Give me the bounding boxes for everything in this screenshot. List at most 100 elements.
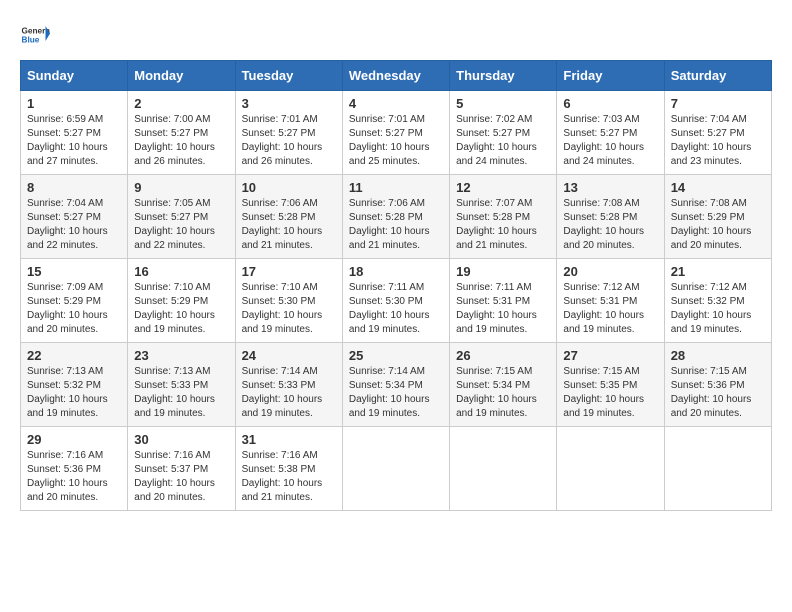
day-info: Sunrise: 7:13 AMSunset: 5:33 PMDaylight:…: [134, 365, 228, 421]
day-info: Sunrise: 7:16 AMSunset: 5:37 PMDaylight:…: [134, 449, 228, 505]
calendar-cell: 8 Sunrise: 7:04 AMSunset: 5:27 PMDaylight…: [21, 175, 128, 259]
week-row-1: 1 Sunrise: 6:59 AMSunset: 5:27 PMDaylight…: [21, 91, 772, 175]
day-info: Sunrise: 7:08 AMSunset: 5:29 PMDaylight:…: [671, 197, 765, 253]
day-info: Sunrise: 7:11 AMSunset: 5:30 PMDaylight:…: [349, 281, 443, 337]
calendar-cell: 6Sunrise: 7:03 AMSunset: 5:27 PMDaylight…: [557, 91, 664, 175]
day-number: 1: [27, 96, 121, 111]
week-row-5: 29 Sunrise: 7:16 AMSunset: 5:36 PMDayligh…: [21, 427, 772, 511]
day-number: 23: [134, 348, 228, 363]
calendar-cell: 19Sunrise: 7:11 AMSunset: 5:31 PMDayligh…: [450, 259, 557, 343]
svg-text:Blue: Blue: [22, 36, 40, 45]
calendar-cell: 10 Sunrise: 7:06 AMSunset: 5:28 PMDayligh…: [235, 175, 342, 259]
day-number: 5: [456, 96, 550, 111]
day-info: Sunrise: 7:05 AMSunset: 5:27 PMDaylight:…: [134, 197, 228, 253]
day-info: Sunrise: 7:15 AMSunset: 5:34 PMDaylight:…: [456, 365, 550, 421]
day-number: 13: [563, 180, 657, 195]
day-number: 6: [563, 96, 657, 111]
day-number: 11: [349, 180, 443, 195]
day-number: 25: [349, 348, 443, 363]
day-info: Sunrise: 7:13 AMSunset: 5:32 PMDaylight:…: [27, 365, 121, 421]
day-info: Sunrise: 7:01 AMSunset: 5:27 PMDaylight:…: [242, 113, 336, 169]
day-number: 21: [671, 264, 765, 279]
day-number: 29: [27, 432, 121, 447]
day-number: 31: [242, 432, 336, 447]
calendar-cell: 11 Sunrise: 7:06 AMSunset: 5:28 PMDayligh…: [342, 175, 449, 259]
day-info: Sunrise: 7:08 AMSunset: 5:28 PMDaylight:…: [563, 197, 657, 253]
calendar-cell: 13 Sunrise: 7:08 AMSunset: 5:28 PMDayligh…: [557, 175, 664, 259]
day-number: 22: [27, 348, 121, 363]
calendar-cell: 5 Sunrise: 7:02 AMSunset: 5:27 PMDaylight…: [450, 91, 557, 175]
calendar-cell: 4Sunrise: 7:01 AMSunset: 5:27 PMDaylight…: [342, 91, 449, 175]
day-info: Sunrise: 7:14 AMSunset: 5:34 PMDaylight:…: [349, 365, 443, 421]
calendar-cell: 20 Sunrise: 7:12 AMSunset: 5:31 PMDayligh…: [557, 259, 664, 343]
weekday-header-tuesday: Tuesday: [235, 61, 342, 91]
calendar-cell: 1 Sunrise: 6:59 AMSunset: 5:27 PMDaylight…: [21, 91, 128, 175]
calendar-cell: 9 Sunrise: 7:05 AMSunset: 5:27 PMDaylight…: [128, 175, 235, 259]
day-info: Sunrise: 6:59 AMSunset: 5:27 PMDaylight:…: [27, 113, 121, 169]
day-info: Sunrise: 7:12 AMSunset: 5:32 PMDaylight:…: [671, 281, 765, 337]
weekday-header-row: SundayMondayTuesdayWednesdayThursdayFrid…: [21, 61, 772, 91]
day-info: Sunrise: 7:16 AMSunset: 5:36 PMDaylight:…: [27, 449, 121, 505]
calendar-cell: 12 Sunrise: 7:07 AMSunset: 5:28 PMDayligh…: [450, 175, 557, 259]
day-info: Sunrise: 7:06 AMSunset: 5:28 PMDaylight:…: [349, 197, 443, 253]
calendar-cell: 30 Sunrise: 7:16 AMSunset: 5:37 PMDayligh…: [128, 427, 235, 511]
calendar-cell: 29 Sunrise: 7:16 AMSunset: 5:36 PMDayligh…: [21, 427, 128, 511]
day-info: Sunrise: 7:04 AMSunset: 5:27 PMDaylight:…: [27, 197, 121, 253]
calendar-cell: [342, 427, 449, 511]
day-info: Sunrise: 7:01 AMSunset: 5:27 PMDaylight:…: [349, 113, 443, 169]
calendar-cell: [664, 427, 771, 511]
day-info: Sunrise: 7:06 AMSunset: 5:28 PMDaylight:…: [242, 197, 336, 253]
day-info: Sunrise: 7:02 AMSunset: 5:27 PMDaylight:…: [456, 113, 550, 169]
day-info: Sunrise: 7:12 AMSunset: 5:31 PMDaylight:…: [563, 281, 657, 337]
calendar-cell: 18 Sunrise: 7:11 AMSunset: 5:30 PMDayligh…: [342, 259, 449, 343]
day-number: 7: [671, 96, 765, 111]
day-info: Sunrise: 7:11 AMSunset: 5:31 PMDaylight:…: [456, 281, 550, 337]
weekday-header-wednesday: Wednesday: [342, 61, 449, 91]
calendar-cell: 7Sunrise: 7:04 AMSunset: 5:27 PMDaylight…: [664, 91, 771, 175]
calendar-cell: [450, 427, 557, 511]
day-info: Sunrise: 7:10 AMSunset: 5:29 PMDaylight:…: [134, 281, 228, 337]
day-info: Sunrise: 7:10 AMSunset: 5:30 PMDaylight:…: [242, 281, 336, 337]
header: General Blue: [20, 20, 772, 50]
calendar: SundayMondayTuesdayWednesdayThursdayFrid…: [20, 60, 772, 511]
day-number: 17: [242, 264, 336, 279]
calendar-cell: 17 Sunrise: 7:10 AMSunset: 5:30 PMDayligh…: [235, 259, 342, 343]
day-number: 15: [27, 264, 121, 279]
day-number: 26: [456, 348, 550, 363]
calendar-cell: 2 Sunrise: 7:00 AMSunset: 5:27 PMDaylight…: [128, 91, 235, 175]
day-info: Sunrise: 7:15 AMSunset: 5:35 PMDaylight:…: [563, 365, 657, 421]
weekday-header-thursday: Thursday: [450, 61, 557, 91]
day-number: 18: [349, 264, 443, 279]
calendar-cell: 31 Sunrise: 7:16 AMSunset: 5:38 PMDayligh…: [235, 427, 342, 511]
day-number: 24: [242, 348, 336, 363]
calendar-cell: [557, 427, 664, 511]
day-info: Sunrise: 7:07 AMSunset: 5:28 PMDaylight:…: [456, 197, 550, 253]
logo-icon: General Blue: [20, 20, 50, 50]
calendar-cell: 15Sunrise: 7:09 AMSunset: 5:29 PMDayligh…: [21, 259, 128, 343]
day-number: 30: [134, 432, 228, 447]
day-number: 10: [242, 180, 336, 195]
week-row-4: 22 Sunrise: 7:13 AMSunset: 5:32 PMDayligh…: [21, 343, 772, 427]
day-number: 14: [671, 180, 765, 195]
day-info: Sunrise: 7:15 AMSunset: 5:36 PMDaylight:…: [671, 365, 765, 421]
calendar-cell: 25 Sunrise: 7:14 AMSunset: 5:34 PMDayligh…: [342, 343, 449, 427]
week-row-2: 8 Sunrise: 7:04 AMSunset: 5:27 PMDaylight…: [21, 175, 772, 259]
logo: General Blue: [20, 20, 50, 50]
calendar-cell: 23 Sunrise: 7:13 AMSunset: 5:33 PMDayligh…: [128, 343, 235, 427]
day-info: Sunrise: 7:14 AMSunset: 5:33 PMDaylight:…: [242, 365, 336, 421]
calendar-cell: 16Sunrise: 7:10 AMSunset: 5:29 PMDayligh…: [128, 259, 235, 343]
day-number: 9: [134, 180, 228, 195]
day-number: 12: [456, 180, 550, 195]
week-row-3: 15Sunrise: 7:09 AMSunset: 5:29 PMDayligh…: [21, 259, 772, 343]
calendar-cell: 3 Sunrise: 7:01 AMSunset: 5:27 PMDaylight…: [235, 91, 342, 175]
calendar-cell: 21 Sunrise: 7:12 AMSunset: 5:32 PMDayligh…: [664, 259, 771, 343]
weekday-header-sunday: Sunday: [21, 61, 128, 91]
day-number: 28: [671, 348, 765, 363]
day-number: 8: [27, 180, 121, 195]
day-info: Sunrise: 7:00 AMSunset: 5:27 PMDaylight:…: [134, 113, 228, 169]
day-info: Sunrise: 7:16 AMSunset: 5:38 PMDaylight:…: [242, 449, 336, 505]
day-number: 3: [242, 96, 336, 111]
day-number: 2: [134, 96, 228, 111]
day-number: 20: [563, 264, 657, 279]
calendar-cell: 28 Sunrise: 7:15 AMSunset: 5:36 PMDayligh…: [664, 343, 771, 427]
